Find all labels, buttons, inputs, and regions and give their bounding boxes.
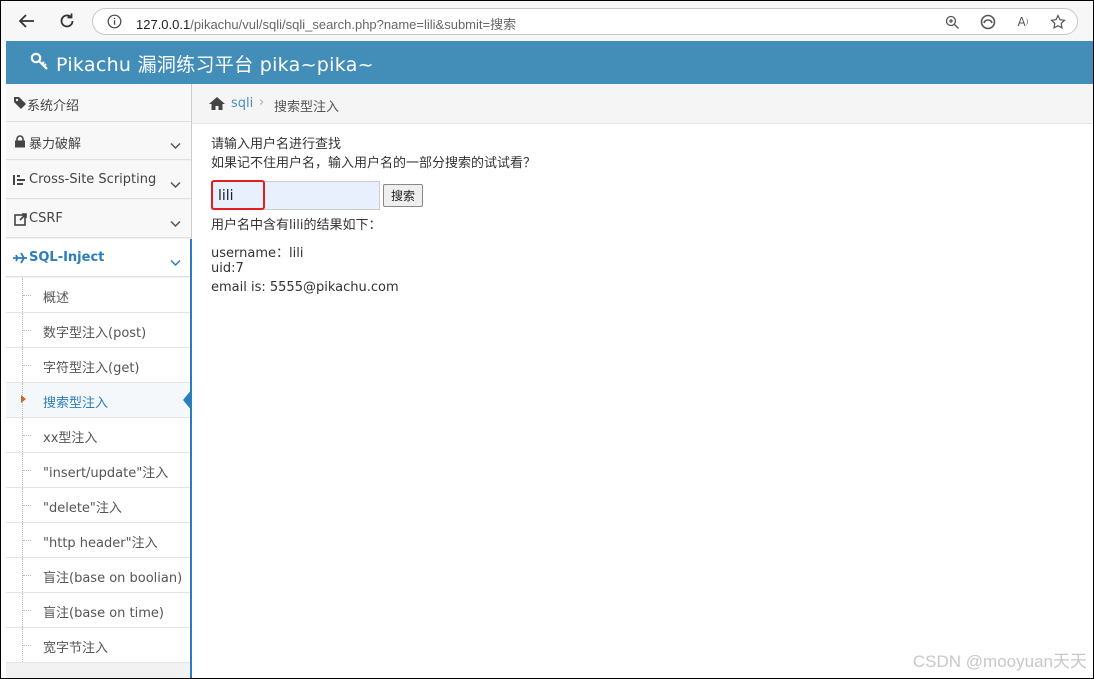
chevron-down-icon [170,135,181,154]
refresh-button[interactable] [55,9,79,33]
submenu-item-blind-boolean[interactable]: 盲注(base on boolian) [6,558,191,593]
lock-icon [13,134,27,148]
submenu-label: "http header"注入 [43,536,158,551]
sidebar-item-intro[interactable]: 系统介绍 [6,84,191,122]
sidebar-item-xss[interactable]: Cross-Site Scripting [6,161,191,199]
app-header: Pikachu 漏洞练习平台 pika~pika~ [6,41,1093,84]
chevron-down-icon [170,213,181,232]
submenu-label: 盲注(base on boolian) [43,571,183,586]
chevron-down-icon [170,174,181,193]
result-email: email is: 5555@pikachu.com [211,280,399,295]
submenu-item-overview[interactable]: 概述 [6,278,191,313]
breadcrumb-separator-icon: › [259,95,265,110]
address-bar[interactable]: 127.0.0.1/pikachu/vul/sqli/sqli_search.p… [92,8,1078,35]
site-info-icon[interactable] [107,14,122,33]
share-icon [13,212,27,226]
url-text: 127.0.0.1/pikachu/vul/sqli/sqli_search.p… [136,14,516,33]
favorite-star-icon[interactable] [1049,13,1067,31]
chevron-down-icon [170,252,181,271]
watermark: CSDN @mooyuan天天 [912,652,1087,671]
url-host: 127.0.0.1 [136,17,191,32]
browser-window: 127.0.0.1/pikachu/vul/sqli/sqli_search.p… [0,0,1094,679]
tags-icon [13,96,27,110]
result-username: username：lili [211,246,304,261]
submenu-item-string-get[interactable]: 字符型注入(get) [6,348,191,383]
sidebar-item-label: SQL-Inject [29,250,105,265]
plane-icon [13,251,27,265]
url-path: /pikachu/vul/sqli/sqli_search.php?name=l… [190,17,517,32]
back-button[interactable] [15,9,39,33]
app-title[interactable]: Pikachu 漏洞练习平台 pika~pika~ [56,50,374,77]
submenu-label: 宽字节注入 [43,641,109,656]
submenu-label: "delete"注入 [43,501,122,516]
sidebar-item-bruteforce[interactable]: 暴力破解 [6,122,191,160]
back-arrow-icon [18,14,34,28]
read-aloud-icon[interactable]: A) [1014,13,1032,31]
zoom-icon[interactable] [943,13,961,31]
breadcrumb-link-sqli[interactable]: sqli [231,96,253,111]
submenu-item-delete[interactable]: "delete"注入 [6,488,191,523]
search-hint: 如果记不住用户名，输入用户名的一部分搜索的试试看？ [211,156,537,171]
submenu-label: 概述 [43,291,70,306]
breadcrumb-current: 搜索型注入 [274,100,340,115]
sidebar-item-sqli[interactable]: SQL-Inject [6,239,191,277]
submenu-label: xx型注入 [43,431,98,446]
submenu-item-numeric-post[interactable]: 数字型注入(post) [6,313,191,348]
breadcrumb: sqli › 搜索型注入 [192,84,1093,124]
submenu-label: "insert/update"注入 [43,466,169,481]
edge-icon[interactable] [979,13,997,31]
sidebar-item-label: CSRF [29,211,63,226]
key-icon [30,51,50,75]
browser-toolbar: 127.0.0.1/pikachu/vul/sqli/sqli_search.p… [1,1,1093,41]
submenu-item-xx[interactable]: xx型注入 [6,418,191,453]
result-uid: uid:7 [211,261,244,276]
submenu-item-insert-update[interactable]: "insert/update"注入 [6,453,191,488]
home-icon[interactable] [208,96,226,115]
list-icon [13,173,27,187]
search-input[interactable] [211,181,380,210]
submenu-label: 盲注(base on time) [43,606,164,621]
submenu-item-http-header[interactable]: "http header"注入 [6,523,191,558]
search-button[interactable]: 搜索 [383,184,423,207]
submenu-label: 搜索型注入 [43,396,109,411]
sidebar: 系统介绍 暴力破解 Cross-Site Scripting CSRF SQL-… [6,84,192,678]
sidebar-item-label: 暴力破解 [29,137,82,152]
submenu-item-wide-byte[interactable]: 宽字节注入 [6,628,191,663]
submenu-label: 数字型注入(post) [43,326,147,341]
sidebar-item-csrf[interactable]: CSRF [6,200,191,238]
submenu-item-blind-time[interactable]: 盲注(base on time) [6,593,191,628]
search-prompt: 请输入用户名进行查找 [211,137,342,152]
refresh-icon [60,13,74,28]
caret-right-icon [21,395,26,403]
submenu-item-search[interactable]: 搜索型注入 [6,383,192,418]
submenu-label: 字符型注入(get) [43,361,140,376]
result-heading: 用户名中含有lili的结果如下： [211,218,382,233]
sidebar-item-label: 系统介绍 [27,99,80,114]
sidebar-item-label: Cross-Site Scripting [29,172,157,187]
active-section-indicator [190,239,192,678]
